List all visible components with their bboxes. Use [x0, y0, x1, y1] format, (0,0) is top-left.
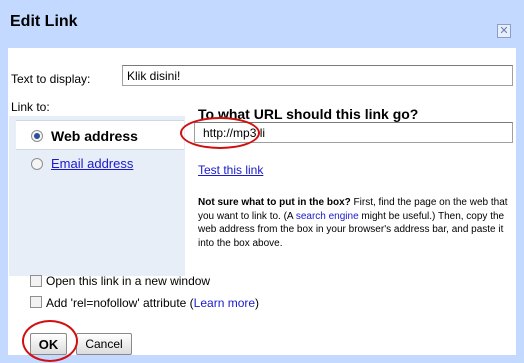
help-text: Not sure what to put in the box? First, …: [198, 196, 514, 250]
dialog-titlebar: Edit Link ✕: [0, 0, 524, 46]
edit-link-dialog: Edit Link ✕ Text to display: Link to: We…: [0, 0, 524, 363]
close-icon[interactable]: ✕: [497, 24, 511, 38]
dialog-title: Edit Link: [10, 13, 78, 30]
annotation-circle-ok: [22, 320, 78, 362]
web-address-label[interactable]: Web address: [51, 128, 138, 144]
email-address-radio[interactable]: [31, 158, 43, 170]
learn-more-link[interactable]: Learn more: [194, 296, 255, 310]
nofollow-checkbox[interactable]: [30, 296, 42, 308]
annotation-circle-url: [180, 117, 260, 149]
nofollow-label-prefix[interactable]: Add 'rel=nofollow' attribute (: [46, 296, 194, 310]
link-to-label: Link to:: [11, 100, 50, 114]
email-address-link[interactable]: Email address: [51, 156, 133, 171]
new-window-checkbox[interactable]: [30, 275, 42, 287]
test-this-link[interactable]: Test this link: [198, 163, 263, 177]
nofollow-label: Add 'rel=nofollow' attribute (Learn more…: [46, 296, 259, 310]
search-engine-link[interactable]: search engine: [296, 211, 359, 222]
text-to-display-input[interactable]: [122, 65, 513, 86]
cancel-button[interactable]: Cancel: [76, 333, 132, 355]
text-to-display-label: Text to display:: [11, 72, 91, 86]
new-window-label[interactable]: Open this link in a new window: [46, 274, 210, 288]
nofollow-label-suffix: ): [255, 296, 260, 310]
web-address-radio[interactable]: [31, 130, 43, 142]
help-bold-lead: Not sure what to put in the box?: [198, 197, 351, 208]
